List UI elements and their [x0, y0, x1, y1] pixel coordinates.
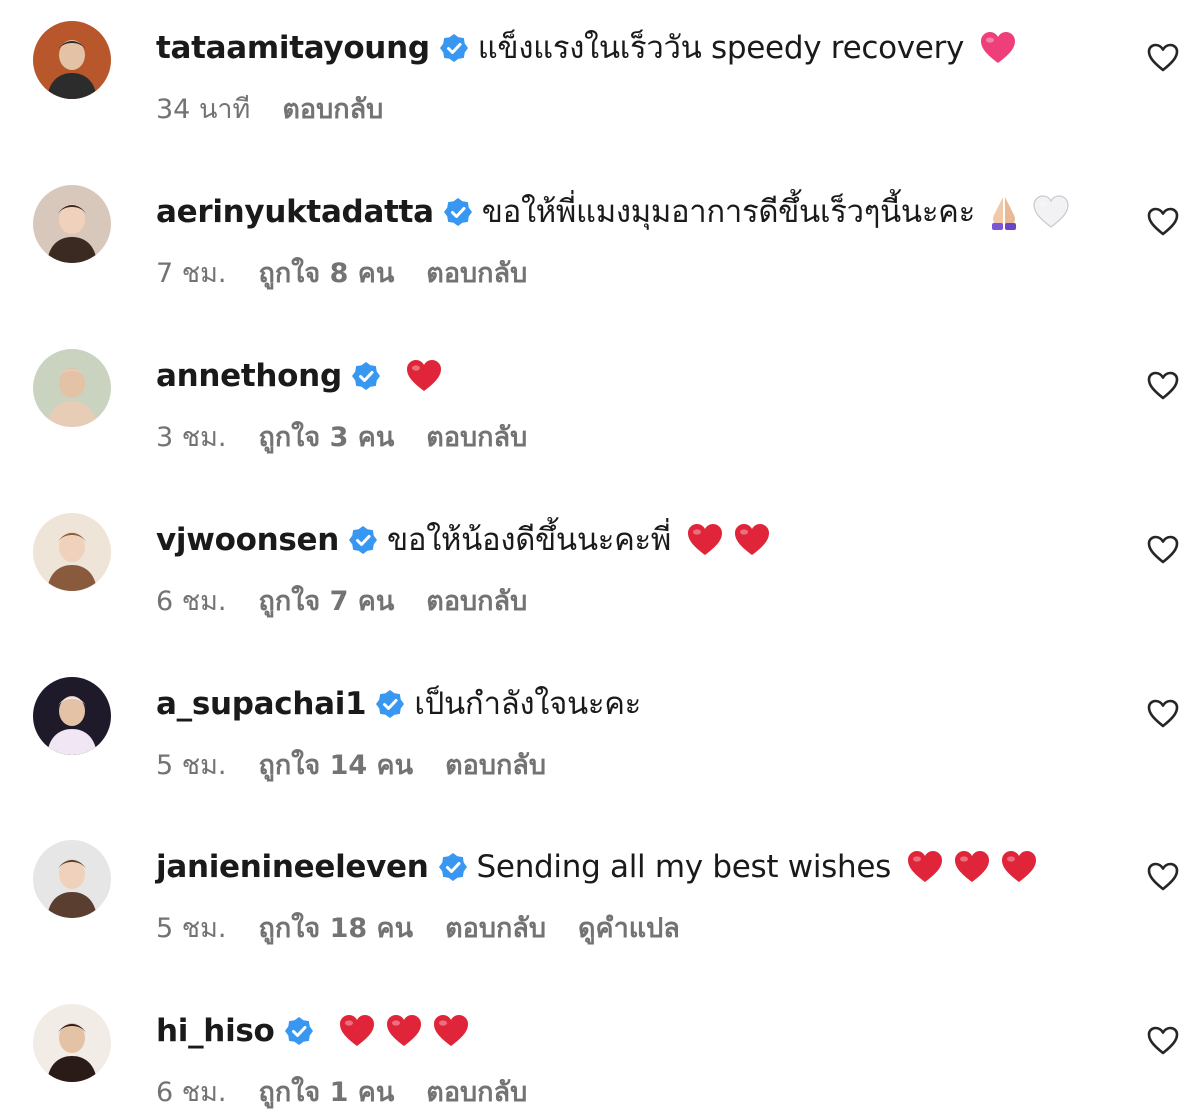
reply-button[interactable]: ตอบกลับ	[445, 906, 546, 949]
comment-meta: 5 ชม. ถูกใจ 18 คน ตอบกลับ ดูคำแปล	[156, 907, 680, 947]
comment-text: ขอให้น้องดีขึ้นนะคะพี่	[386, 522, 671, 558]
white-heart-emoji	[1032, 194, 1070, 230]
comment-text: Sending all my best wishes	[476, 849, 892, 885]
username-link[interactable]: aerinyuktadatta	[156, 186, 434, 238]
comment-meta: 34 นาที ตอบกลับ	[156, 88, 415, 128]
comment-timestamp: 6 ชม.	[156, 1076, 227, 1108]
heart-outline-icon[interactable]	[1146, 861, 1180, 893]
username-link[interactable]: vjwoonsen	[156, 514, 339, 566]
avatar[interactable]	[33, 840, 111, 918]
like-count-link[interactable]: ถูกใจ 1 คน	[258, 1070, 394, 1113]
username-link[interactable]: janienineeleven	[156, 841, 429, 893]
comment-meta: 3 ชม. ถูกใจ 3 คน ตอบกลับ	[156, 416, 559, 456]
comment-timestamp: 5 ชม.	[156, 912, 227, 944]
avatar[interactable]	[33, 349, 111, 427]
comment-meta: 6 ชม. ถูกใจ 1 คน ตอบกลับ	[156, 1071, 559, 1111]
verified-badge-icon	[375, 689, 405, 719]
comment-body: a_supachai1 เป็นกำลังใจนะคะ	[156, 678, 641, 730]
comment-timestamp: 5 ชม.	[156, 749, 227, 781]
comment-body: tataamitayoung แข็งแรงในเร็ววัน speedy re…	[156, 22, 1017, 74]
emoji-group	[897, 849, 1038, 885]
verified-badge-icon	[348, 525, 378, 555]
like-count-link[interactable]: ถูกใจ 18 คน	[258, 906, 413, 949]
emoji-group	[970, 30, 1017, 66]
username-link[interactable]: tataamitayoung	[156, 22, 430, 74]
see-translation-button[interactable]: ดูคำแปล	[578, 906, 680, 949]
comment-body: janienineeleven Sending all my best wishe…	[156, 841, 1038, 893]
folded-hands-emoji	[985, 193, 1023, 231]
red-heart-emoji	[405, 358, 443, 394]
reply-button[interactable]: ตอบกลับ	[426, 1070, 527, 1113]
comment-item: hi_hiso 6 ชม. ถูกใจ 1 คน ตอบกลับ	[0, 983, 1200, 1108]
comment-item: a_supachai1 เป็นกำลังใจนะคะ 5 ชม. ถูกใจ 14 …	[0, 656, 1200, 781]
verified-badge-icon	[351, 361, 381, 391]
verified-badge-icon	[439, 33, 469, 63]
comment-list: tataamitayoung แข็งแรงในเร็ววัน speedy re…	[0, 0, 1200, 1117]
like-count-link[interactable]: ถูกใจ 8 คน	[258, 251, 394, 294]
heart-outline-icon[interactable]	[1146, 1025, 1180, 1057]
username-link[interactable]: hi_hiso	[156, 1005, 275, 1057]
comment-text: แข็งแรงในเร็ววัน speedy recovery	[477, 30, 965, 66]
reply-button[interactable]: ตอบกลับ	[426, 579, 527, 622]
comment-text: ขอให้พี่แมงมุมอาการดีขึ้นเร็วๆนี้นะคะ	[481, 194, 976, 230]
heart-outline-icon[interactable]	[1146, 206, 1180, 238]
verified-badge-icon	[438, 852, 468, 882]
red-heart-emoji	[733, 522, 771, 558]
verified-badge-icon	[443, 197, 473, 227]
comment-timestamp: 7 ชม.	[156, 257, 227, 289]
red-heart-emoji	[432, 1013, 470, 1049]
comment-item: aerinyuktadatta ขอให้พี่แมงมุมอาการดีขึ้น…	[0, 164, 1200, 289]
reply-button[interactable]: ตอบกลับ	[426, 251, 527, 294]
emoji-group	[677, 522, 771, 558]
reply-button[interactable]: ตอบกลับ	[426, 415, 527, 458]
username-link[interactable]: a_supachai1	[156, 678, 367, 730]
comment-item: vjwoonsen ขอให้น้องดีขึ้นนะคะพี่ 6 ชม. ถูกใ…	[0, 492, 1200, 617]
comment-item: janienineeleven Sending all my best wishe…	[0, 819, 1200, 944]
reply-button[interactable]: ตอบกลับ	[445, 743, 546, 786]
heart-outline-icon[interactable]	[1146, 370, 1180, 402]
comment-meta: 6 ชม. ถูกใจ 7 คน ตอบกลับ	[156, 580, 559, 620]
red-heart-emoji	[385, 1013, 423, 1049]
comment-timestamp: 6 ชม.	[156, 585, 227, 617]
heart-outline-icon[interactable]	[1146, 534, 1180, 566]
heart-outline-icon[interactable]	[1146, 698, 1180, 730]
emoji-group	[396, 358, 443, 394]
verified-badge-icon	[284, 1016, 314, 1046]
avatar[interactable]	[33, 185, 111, 263]
avatar[interactable]	[33, 677, 111, 755]
comment-meta: 7 ชม. ถูกใจ 8 คน ตอบกลับ	[156, 252, 559, 292]
comment-timestamp: 34 นาที	[156, 93, 251, 125]
like-count-link[interactable]: ถูกใจ 7 คน	[258, 579, 394, 622]
pink-heart-emoji	[979, 30, 1017, 66]
comment-text: เป็นกำลังใจนะคะ	[414, 686, 642, 722]
comment-meta: 5 ชม. ถูกใจ 14 คน ตอบกลับ	[156, 744, 578, 784]
red-heart-emoji	[906, 849, 944, 885]
comment-item: annethong 3 ชม. ถูกใจ 3 คน ตอบกลับ	[0, 328, 1200, 453]
avatar[interactable]	[33, 21, 111, 99]
like-count-link[interactable]: ถูกใจ 14 คน	[258, 743, 413, 786]
red-heart-emoji	[338, 1013, 376, 1049]
red-heart-emoji	[953, 849, 991, 885]
comment-body: aerinyuktadatta ขอให้พี่แมงมุมอาการดีขึ้น…	[156, 186, 1070, 238]
username-link[interactable]: annethong	[156, 350, 342, 402]
emoji-group	[329, 1013, 470, 1049]
reply-button[interactable]: ตอบกลับ	[282, 87, 383, 130]
red-heart-emoji	[1000, 849, 1038, 885]
like-count-link[interactable]: ถูกใจ 3 คน	[258, 415, 394, 458]
comment-body: vjwoonsen ขอให้น้องดีขึ้นนะคะพี่	[156, 514, 771, 566]
avatar[interactable]	[33, 1004, 111, 1082]
comment-timestamp: 3 ชม.	[156, 421, 227, 453]
emoji-group	[981, 193, 1070, 231]
red-heart-emoji	[686, 522, 724, 558]
comment-item: tataamitayoung แข็งแรงในเร็ววัน speedy re…	[0, 0, 1200, 125]
avatar[interactable]	[33, 513, 111, 591]
comment-body: hi_hiso	[156, 1005, 470, 1057]
comment-body: annethong	[156, 350, 443, 402]
heart-outline-icon[interactable]	[1146, 42, 1180, 74]
